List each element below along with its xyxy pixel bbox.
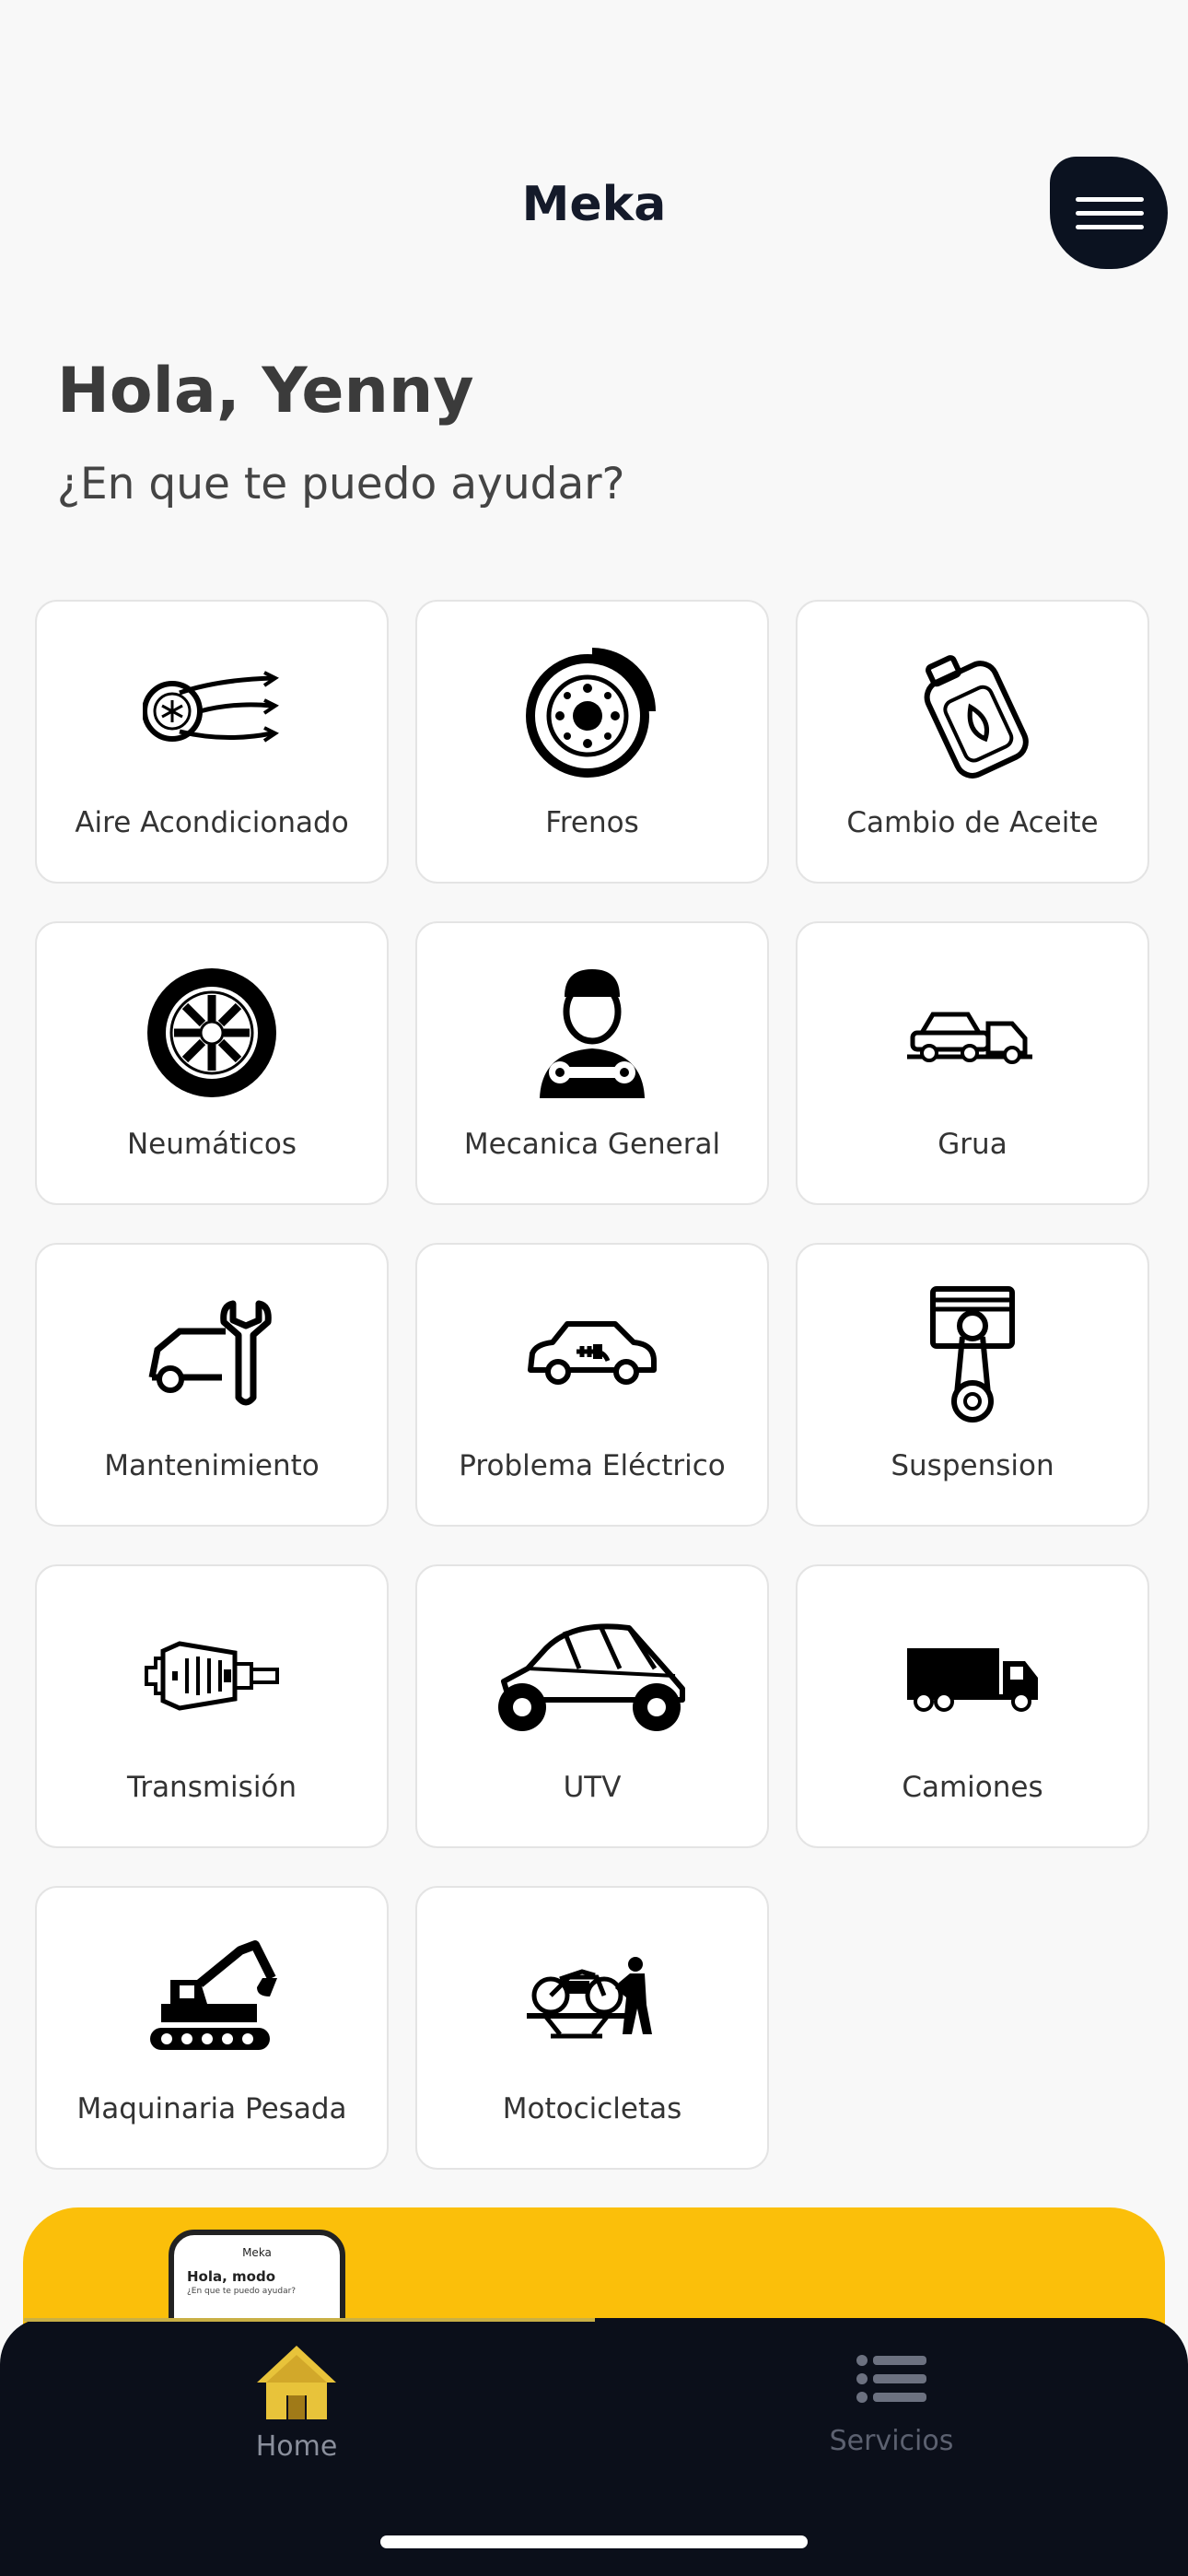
service-label: Mantenimiento bbox=[104, 1449, 320, 1482]
tab-servicios-label: Servicios bbox=[829, 2425, 954, 2457]
phone-mockup-greeting: Hola, modo bbox=[187, 2268, 276, 2285]
service-card-frenos[interactable]: Frenos bbox=[415, 600, 769, 884]
top-bar: Meka bbox=[0, 0, 1188, 304]
oil-can-icon bbox=[798, 642, 1147, 780]
service-label: Suspension bbox=[891, 1449, 1054, 1482]
service-card-suspension[interactable]: Suspension bbox=[796, 1243, 1149, 1527]
service-label: Aire Acondicionado bbox=[75, 806, 349, 839]
service-label: Cambio de Aceite bbox=[846, 806, 1099, 839]
brake-disc-icon bbox=[417, 642, 767, 780]
tab-home-label: Home bbox=[255, 2430, 338, 2463]
service-card-utv[interactable]: UTV bbox=[415, 1564, 769, 1848]
home-indicator[interactable] bbox=[380, 2535, 808, 2548]
service-label: Problema Eléctrico bbox=[459, 1449, 726, 1482]
service-card-motocicletas[interactable]: Motocicletas bbox=[415, 1886, 769, 2170]
list-icon bbox=[856, 2355, 926, 2403]
service-label: Maquinaria Pesada bbox=[76, 2092, 347, 2125]
service-label: UTV bbox=[563, 1771, 622, 1804]
tire-icon bbox=[37, 964, 387, 1102]
service-label: Motocicletas bbox=[502, 2092, 682, 2125]
mechanic-icon bbox=[417, 964, 767, 1102]
service-card-aire[interactable]: Aire Acondicionado bbox=[35, 600, 389, 884]
active-tab-indicator bbox=[24, 2318, 595, 2322]
motorcycle-icon bbox=[417, 1928, 767, 2067]
utv-icon bbox=[417, 1607, 767, 1745]
service-label: Transmisión bbox=[126, 1771, 297, 1804]
tab-servicios[interactable]: Servicios bbox=[753, 2342, 1030, 2457]
service-card-aceite[interactable]: Cambio de Aceite bbox=[796, 600, 1149, 884]
phone-mockup-subtitle: ¿En que te puedo ayudar? bbox=[187, 2287, 297, 2296]
electric-car-icon bbox=[417, 1285, 767, 1423]
service-card-camiones[interactable]: Camiones bbox=[796, 1564, 1149, 1848]
greeting-title: Hola, Yenny bbox=[57, 355, 474, 427]
service-card-transmision[interactable]: Transmisión bbox=[35, 1564, 389, 1848]
service-label: Mecanica General bbox=[463, 1128, 721, 1161]
service-label: Neumáticos bbox=[126, 1128, 297, 1161]
service-card-mecanica[interactable]: Mecanica General bbox=[415, 921, 769, 1205]
service-card-neumaticos[interactable]: Neumáticos bbox=[35, 921, 389, 1205]
air-conditioning-icon bbox=[37, 642, 387, 780]
greeting-subtitle: ¿En que te puedo ayudar? bbox=[57, 459, 625, 509]
service-label: Camiones bbox=[902, 1771, 1043, 1804]
home-icon bbox=[257, 2346, 336, 2419]
service-label: Grua bbox=[938, 1128, 1007, 1161]
app-title: Meka bbox=[521, 177, 667, 232]
service-card-electrico[interactable]: Problema Eléctrico bbox=[415, 1243, 769, 1527]
service-card-grua[interactable]: Grua bbox=[796, 921, 1149, 1205]
tow-truck-icon bbox=[798, 964, 1147, 1102]
service-card-mantenimiento[interactable]: Mantenimiento bbox=[35, 1243, 389, 1527]
service-label: Frenos bbox=[545, 806, 639, 839]
tab-home[interactable]: Home bbox=[158, 2342, 435, 2463]
piston-icon bbox=[798, 1285, 1147, 1423]
transmission-icon bbox=[37, 1607, 387, 1745]
hamburger-menu-icon[interactable] bbox=[1050, 157, 1168, 269]
phone-mockup-title: Meka bbox=[242, 2246, 272, 2259]
truck-icon bbox=[798, 1607, 1147, 1745]
service-card-maquinaria[interactable]: Maquinaria Pesada bbox=[35, 1886, 389, 2170]
excavator-icon bbox=[37, 1928, 387, 2067]
car-wrench-icon bbox=[37, 1285, 387, 1423]
